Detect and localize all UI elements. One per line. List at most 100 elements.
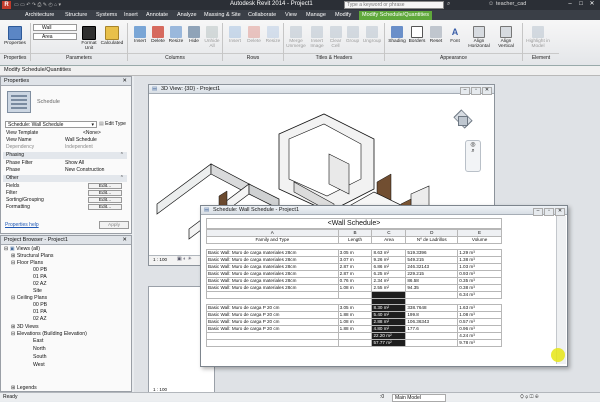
view-scale[interactable]: 1 : 100 [153,257,167,262]
align-vertical-button[interactable]: Align Vertical [495,26,517,52]
column-letter[interactable]: D [405,229,459,237]
group-button[interactable]: Group [344,26,361,52]
section-phasing[interactable]: Phasing ⌃ [3,152,127,159]
row-insert-button[interactable]: Insert [226,26,244,52]
filter-edit-button[interactable]: Edit... [88,190,122,196]
ungroup-button[interactable]: Ungroup [361,26,383,52]
tab-massing-site[interactable]: Massing & Site [201,11,244,20]
tree-item[interactable]: ⊟ ▣ Views (all) [4,246,40,252]
column-header[interactable]: Length [337,236,373,244]
tree-item[interactable]: North [33,346,46,352]
user-name[interactable]: teacher_cad [496,1,526,7]
reset-button[interactable]: Reset [427,26,445,52]
tab-collaborate[interactable]: Collaborate [245,11,279,20]
tree-item[interactable]: ⊞ Structural Plans [11,253,53,259]
close-button[interactable]: ✕ [587,1,597,8]
table-row[interactable]: Basic Wall: Muro de carga materiales 28c… [206,277,502,285]
column-resize-button[interactable]: Resize [167,26,185,52]
unhide-all-button[interactable]: Unhide All [203,26,221,52]
align-horizontal-button[interactable]: Align Horizontal [467,26,491,52]
column-letter[interactable]: C [371,229,407,237]
schedule-titlebar[interactable]: ▤ Schedule: Wall Schedule - Project1 – ▫ ✕ [201,206,567,216]
tree-item[interactable]: West [33,362,45,368]
zoom-icon[interactable]: ⌕ [466,148,480,155]
tree-item[interactable]: 00 PB [33,302,47,308]
tree-item[interactable]: 02 AZ [33,281,47,287]
close-icon[interactable]: ✕ [122,236,127,244]
minimize-icon[interactable]: – [533,208,543,216]
tree-item[interactable]: Site [33,288,42,294]
column-letter[interactable]: A [206,229,339,237]
clear-cell-button[interactable]: Clear Cell [327,26,344,52]
vertical-scrollbar[interactable] [556,216,566,364]
property-row[interactable]: View Template <None> [3,130,127,137]
calculated-button[interactable]: Calculated [100,26,124,52]
table-row[interactable]: Basic Wall: Muro de carga P 20 cm 1.88 m4… [206,325,502,333]
table-row[interactable]: Basic Wall: Muro de carga materiales 28c… [206,284,502,292]
tree-item[interactable]: South [33,354,47,360]
tree-item[interactable]: 01 PA [33,274,47,280]
parameter-combo-1[interactable]: Wall [33,24,77,31]
property-row[interactable]: Phase New Construction [3,167,127,174]
tree-item[interactable]: ⊞ Legends [11,385,37,391]
shading-button[interactable]: Shading [387,26,407,52]
format-unit-button[interactable]: Format Unit [79,26,99,52]
tree-item[interactable]: 01 PA [33,309,47,315]
property-row[interactable]: View Name Wall Schedule [3,137,127,144]
table-row[interactable]: Basic Wall: Muro de carga P 20 cm 1.88 m5… [206,311,502,319]
tab-view[interactable]: View [282,11,300,20]
table-row[interactable]: Basic Wall: Muro de carga materiales 28c… [206,256,502,264]
parameter-combo-2[interactable]: Area [33,33,77,40]
column-delete-button[interactable]: Delete [149,26,167,52]
properties-help-link[interactable]: Properties help [5,222,39,228]
tab-insert[interactable]: Insert [121,11,141,20]
tab-modify[interactable]: Modify [332,11,354,20]
schedule-table[interactable]: A B C D E Family and Type Length Area Nº… [206,229,502,347]
edit-type-button[interactable]: ▤ Edit Type [99,121,126,127]
view-cube[interactable] [451,107,473,129]
restore-icon[interactable]: ▫ [471,87,481,95]
apply-button[interactable]: Apply [99,221,129,229]
view-controls-icon[interactable]: ▣ ◐ ☀ [177,256,192,262]
highlight-in-model-button[interactable]: Highlight in Model [524,26,552,52]
tree-item[interactable]: ⊟ Ceiling Plans [11,295,47,301]
table-row[interactable]: Basic Wall: Muro de carga materiales 28c… [206,263,502,271]
close-icon[interactable]: ✕ [482,87,492,95]
properties-selector[interactable]: Schedule: Wall Schedule ▾ [5,121,97,128]
property-row[interactable]: Phase Filter Show All [3,160,127,167]
quick-access-toolbar[interactable]: ▭ ▭ ↶ ↷ ⎙ ✎ ◴ ⌂ ▾ [14,2,114,8]
close-icon[interactable]: ✕ [122,77,127,85]
tab-systems[interactable]: Systems [93,11,120,20]
minimize-button[interactable]: – [565,1,575,8]
font-button[interactable]: A Font [446,26,464,52]
tab-manage[interactable]: Manage [303,11,329,20]
subtotal-row[interactable]: 22.20 m² 4.24 m³ [206,332,502,340]
tab-analyze[interactable]: Analyze [174,11,200,20]
tab-annotate[interactable]: Annotate [143,11,171,20]
binoculars-icon[interactable]: ⌕ [447,1,450,8]
tab-modify-schedule-quantities[interactable]: Modify Schedule/Quantities [359,11,432,20]
tree-item[interactable]: 02 AZ [33,316,47,322]
tree-item[interactable]: ⊟ Floor Plans [11,260,43,266]
tab-structure[interactable]: Structure [62,11,90,20]
row-resize-button[interactable]: Resize [264,26,282,52]
column-header[interactable]: Volume [457,236,502,244]
fields-edit-button[interactable]: Edit... [88,183,122,189]
search-input[interactable]: Type a keyword or phrase [344,1,444,9]
column-header[interactable]: Nº de Ladrillos [405,236,459,244]
column-letter[interactable]: E [457,229,502,237]
properties-button[interactable]: Properties [3,26,27,52]
merge-unmerge-button[interactable]: Merge Unmerge [285,26,307,52]
app-menu-icon[interactable]: R [2,1,11,9]
model-selector[interactable]: Main Model [392,394,446,402]
steering-wheel-icon[interactable]: ◎ [466,141,480,148]
sorting-edit-button[interactable]: Edit... [88,197,122,203]
tab-architecture[interactable]: Architecture [22,11,57,20]
maximize-button[interactable]: □ [576,1,586,8]
table-row[interactable]: Basic Wall: Muro de carga materiales 28c… [206,249,502,257]
section-other[interactable]: Other ⌃ [3,175,127,182]
schedule-heading[interactable]: <Wall Schedule> [206,218,502,229]
column-hide-button[interactable]: Hide [185,26,203,52]
row-delete-button[interactable]: Delete [244,26,264,52]
column-header[interactable]: Family and Type [206,236,339,244]
